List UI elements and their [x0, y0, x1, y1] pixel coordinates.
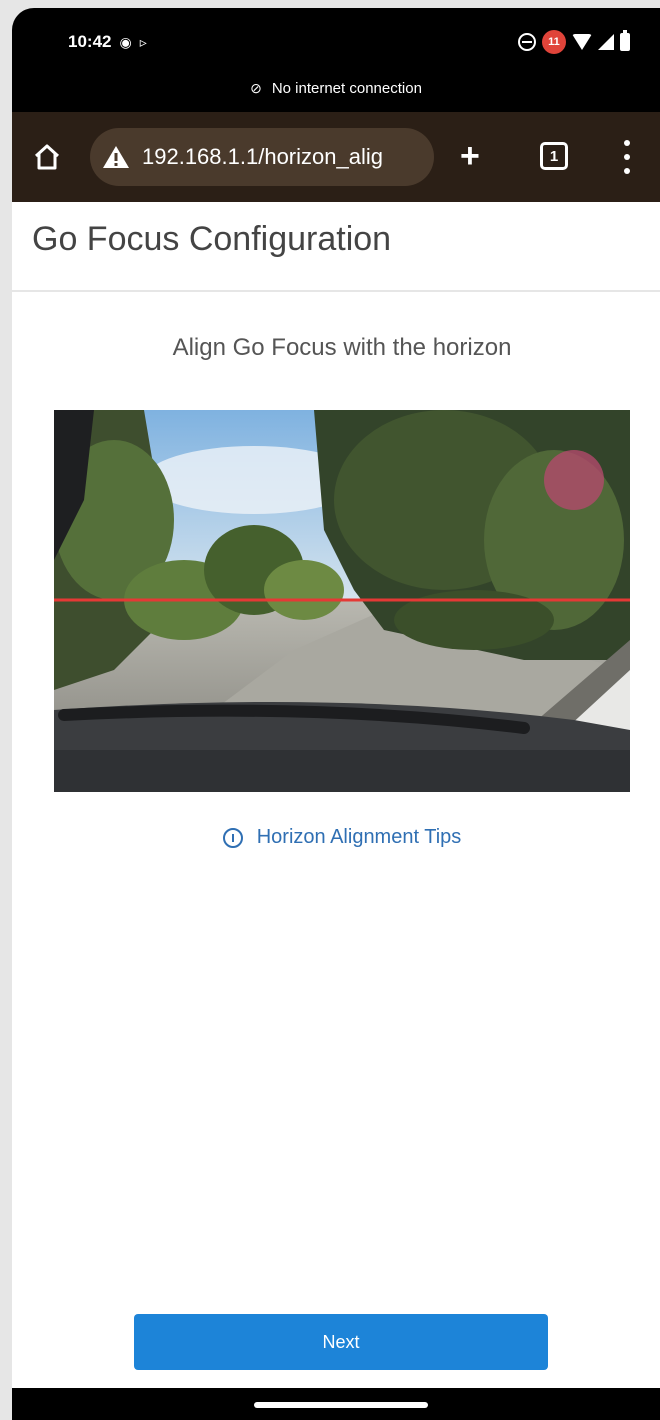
cloud-off-icon: ⊘ — [250, 80, 262, 96]
instruction-text: Align Go Focus with the horizon — [172, 334, 512, 361]
browser-toolbar: 192.168.1.1/horizon_alig + 1 — [12, 112, 660, 202]
status-bar: 10:42 ◉ ▹ 11 — [12, 8, 660, 78]
do-not-disturb-icon — [518, 33, 536, 51]
page-content: Go Focus Configuration Align Go Focus wi… — [12, 202, 660, 1388]
status-icons: 11 — [518, 30, 630, 54]
navigation-bar — [12, 1388, 660, 1420]
status-time-group: 10:42 ◉ ▹ — [68, 32, 147, 52]
wifi-icon — [572, 34, 592, 50]
record-icon: ◉ — [119, 33, 132, 50]
camera-preview-image — [54, 410, 630, 792]
next-button[interactable]: Next — [134, 1314, 548, 1370]
title-divider — [12, 290, 660, 292]
tab-switcher-icon[interactable]: 1 — [540, 142, 568, 170]
status-time: 10:42 — [68, 32, 112, 51]
connection-notice-text: No internet connection — [271, 80, 422, 97]
signal-icon — [598, 34, 614, 50]
notification-badge: 11 — [542, 30, 566, 54]
menu-icon[interactable] — [624, 140, 632, 174]
horizon-tips-label[interactable]: Horizon Alignment Tips — [257, 826, 462, 849]
warning-icon[interactable] — [102, 145, 130, 169]
phone-frame: 10:42 ◉ ▹ 11 ⊘ No internet connection 19… — [12, 8, 660, 1420]
camera-preview — [54, 410, 630, 792]
page-title: Go Focus Configuration — [32, 220, 392, 258]
url-text: 192.168.1.1/horizon_alig — [142, 144, 383, 169]
connection-notice: ⊘ No internet connection — [12, 80, 660, 97]
address-bar[interactable]: 192.168.1.1/horizon_alig — [90, 128, 434, 186]
horizon-tips-link[interactable]: Horizon Alignment Tips — [12, 826, 660, 849]
cast-icon: ▹ — [139, 33, 147, 50]
home-indicator[interactable] — [254, 1402, 428, 1408]
new-tab-plus-icon[interactable]: + — [460, 136, 480, 176]
battery-icon — [620, 30, 630, 51]
info-icon[interactable] — [222, 827, 243, 848]
home-icon[interactable] — [32, 142, 62, 172]
